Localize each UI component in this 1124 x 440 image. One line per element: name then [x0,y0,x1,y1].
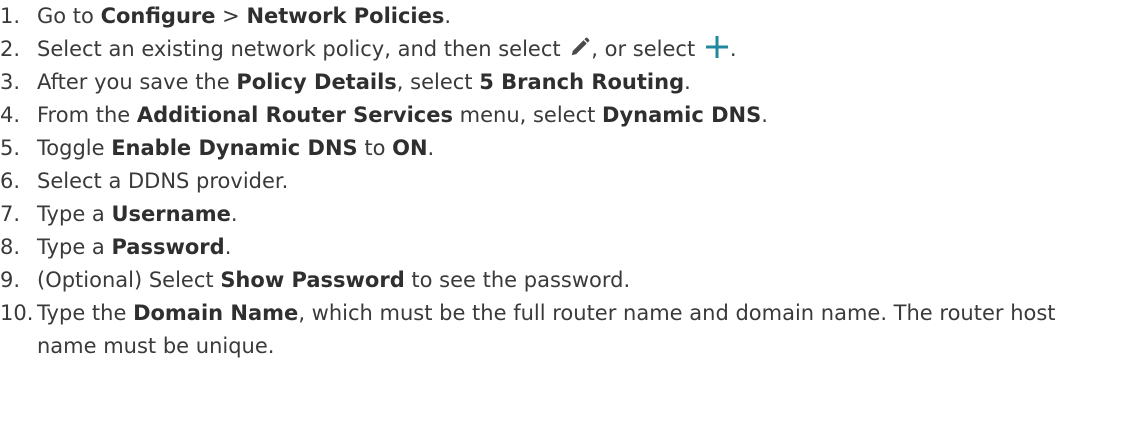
pencil-icon [572,37,590,56]
step-text: After you save the Policy Details, selec… [37,70,691,94]
step-text: Select a DDNS provider. [37,169,289,193]
step-8: 8. Type a Password. [0,231,1124,264]
step-3: 3. After you save the Policy Details, se… [0,66,1124,99]
step-text: Go to Configure > Network Policies. [37,4,452,28]
step-number: 10. [0,301,34,325]
step-7: 7. Type a Username. [0,198,1124,231]
step-5: 5. Toggle Enable Dynamic DNS to ON. [0,132,1124,165]
step-text: Select an existing network policy, and t… [37,36,737,61]
step-text: Type a Username. [37,202,238,226]
step-number: 9. [0,268,21,292]
step-text: Toggle Enable Dynamic DNS to ON. [37,136,435,160]
step-text: Type the Domain Name, which must be the … [37,301,1056,358]
step-text: (Optional) Select Show Password to see t… [37,268,631,292]
additional-router-services-label: Additional Router Services [136,103,453,127]
step-number: 7. [0,202,21,226]
plus-icon [705,36,728,58]
dynamic-dns-label: Dynamic DNS [602,103,762,127]
step-6: 6. Select a DDNS provider. [0,165,1124,198]
step-number: 4. [0,103,21,127]
step-number: 5. [0,136,21,160]
step-1: 1. Go to Configure > Network Policies. [0,0,1124,33]
show-password-label: Show Password [220,268,405,292]
step-number: 1. [0,4,21,28]
step-4: 4. From the Additional Router Services m… [0,99,1124,132]
step-10: 10. Type the Domain Name, which must be … [0,297,1124,363]
step-number: 2. [0,37,21,61]
procedure-steps: 1. Go to Configure > Network Policies. 2… [0,0,1124,363]
menu-network-policies: Network Policies [246,4,445,28]
step-number: 3. [0,70,21,94]
password-label: Password [111,235,225,259]
on-label: ON [392,136,428,160]
step-text: From the Additional Router Services menu… [37,103,768,127]
step-2: 2. Select an existing network policy, an… [0,33,1124,66]
branch-routing-label: 5 Branch Routing [479,70,685,94]
domain-name-label: Domain Name [133,301,299,325]
step-9: 9. (Optional) Select Show Password to se… [0,264,1124,297]
enable-dynamic-dns-label: Enable Dynamic DNS [111,136,358,160]
policy-details-label: Policy Details [236,70,397,94]
step-number: 6. [0,169,21,193]
step-number: 8. [0,235,21,259]
menu-configure: Configure [100,4,216,28]
username-label: Username [111,202,231,226]
step-text: Type a Password. [37,235,232,259]
